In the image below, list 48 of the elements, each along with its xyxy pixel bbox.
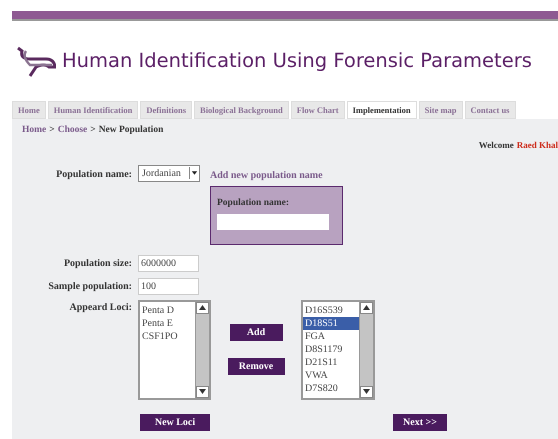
nav-tab[interactable]: Definitions xyxy=(140,101,192,119)
nav-tab[interactable]: Biological Background xyxy=(194,101,289,119)
list-option[interactable]: D16S539 xyxy=(303,304,359,317)
list-option[interactable]: Penta D xyxy=(140,304,195,317)
scroll-up-icon[interactable] xyxy=(196,302,209,314)
list-option[interactable]: D21S11 xyxy=(303,356,359,369)
breadcrumb-separator: > xyxy=(90,124,96,137)
field-label: Population name: xyxy=(217,196,290,210)
scroll-down-icon[interactable] xyxy=(196,386,209,398)
user-name: Raed Khal xyxy=(516,139,558,152)
field-label: Sample population: xyxy=(48,280,132,294)
list-option[interactable]: VWA xyxy=(303,368,359,382)
field-label: Appeard Loci: xyxy=(70,300,132,315)
population-select[interactable]: Jordanian xyxy=(138,164,200,182)
scroll-down-icon[interactable] xyxy=(360,386,373,398)
list-option[interactable]: Penta E xyxy=(140,316,195,330)
nav-tab[interactable]: Home xyxy=(12,101,46,119)
next-button[interactable]: Next >> xyxy=(393,414,447,431)
field-label: Population size: xyxy=(64,256,132,271)
list-option[interactable]: D18S51 xyxy=(303,316,359,330)
list-option[interactable]: D7S820 xyxy=(303,382,359,395)
nav-tab[interactable]: Site map xyxy=(418,101,463,119)
text-input[interactable]: 6000000 xyxy=(138,254,199,272)
field-label: Population name: xyxy=(56,168,132,182)
remove-button[interactable]: Remove xyxy=(228,358,284,375)
nav-tab[interactable]: Contact us xyxy=(464,101,516,119)
new-loci-button[interactable]: New Loci xyxy=(140,414,210,431)
loci-listbox[interactable]: D16S539 D18S51 FGA D8S1179 D21S11 VWA D7S820 xyxy=(301,300,375,400)
list-option[interactable]: FGA xyxy=(303,330,359,343)
loci-listbox[interactable]: Penta D Penta E CSF1PO xyxy=(138,300,211,400)
breadcrumb-current: New Population xyxy=(98,124,164,137)
breadcrumb-separator: > xyxy=(49,124,55,137)
population-name-input[interactable] xyxy=(217,214,329,230)
dropdown-arrow-icon xyxy=(189,167,199,180)
breadcrumb-link[interactable]: Choose xyxy=(58,123,88,138)
add-button[interactable]: Add xyxy=(230,324,282,341)
nav-tab[interactable]: Flow Chart xyxy=(290,101,345,119)
site-title: Human Identification Using Forensic Parameters xyxy=(62,48,532,74)
list-option[interactable]: D8S1179 xyxy=(303,342,359,356)
list-option[interactable]: CSF1PO xyxy=(140,330,195,343)
nav-tab[interactable]: Human Identification xyxy=(48,101,138,119)
nav-tab[interactable]: Implementation xyxy=(346,101,417,119)
welcome-text: Welcome xyxy=(478,139,514,152)
scroll-up-icon[interactable] xyxy=(360,302,373,314)
breadcrumb-link[interactable]: Home xyxy=(22,123,46,138)
dna-logo-icon xyxy=(16,45,56,77)
add-population-link[interactable]: Add new population name xyxy=(210,168,343,183)
text-input[interactable]: 100 xyxy=(138,278,199,295)
